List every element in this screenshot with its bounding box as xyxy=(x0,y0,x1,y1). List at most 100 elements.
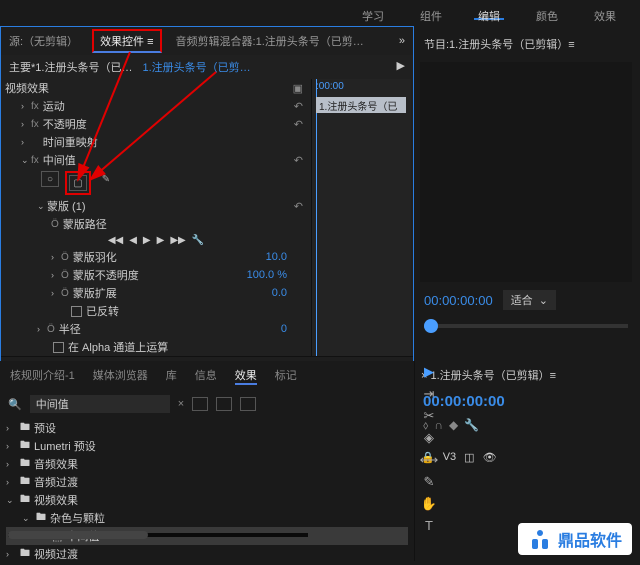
tree-video-fx[interactable]: 视频效果 xyxy=(34,492,78,508)
tree-video-tr[interactable]: 视频过渡 xyxy=(34,546,78,562)
clip-link[interactable]: 1.注册头条号（已剪… xyxy=(142,59,250,75)
top-tab-effects[interactable]: 效果 xyxy=(590,6,620,20)
rectangle-mask-icon[interactable]: ▢ xyxy=(69,175,87,191)
next-frame-icon[interactable]: ▶ xyxy=(157,235,165,246)
ellipse-mask-icon[interactable]: ○ xyxy=(41,171,59,187)
reset-icon[interactable]: ↶ xyxy=(294,200,303,213)
top-tab-learn[interactable]: 学习 xyxy=(358,6,388,20)
inverted-checkbox[interactable] xyxy=(71,306,82,317)
effect-list: 视频效果▣ ›fx运动↶ ›fx不透明度↶ ›fx时间重映射 ⌄fx中间值↶ ○… xyxy=(1,79,311,356)
time-scale: :00:00 xyxy=(316,81,344,92)
top-tab-color[interactable]: 颜色 xyxy=(532,6,562,20)
next-keyframe-icon[interactable]: ▶▶ xyxy=(170,235,185,246)
mask-expansion-value[interactable]: 0.0 xyxy=(272,287,287,299)
effect-time-remap[interactable]: 时间重映射 xyxy=(43,134,98,150)
tab-effect-controls[interactable]: 效果控件 ≡ xyxy=(92,29,161,53)
chevron-down-icon: ⌄ xyxy=(539,294,548,307)
mini-timeline[interactable]: :00:00 1.注册头条号（已 xyxy=(311,79,411,356)
alpha-checkbox[interactable] xyxy=(53,342,64,353)
mask-feather[interactable]: 蒙版羽化 xyxy=(73,249,117,265)
badge-yuv[interactable] xyxy=(216,397,232,411)
watermark: 鼎品软件 xyxy=(518,523,632,555)
hand-tool-icon[interactable]: ✋ xyxy=(421,496,437,512)
tree-audio-fx[interactable]: 音频效果 xyxy=(34,456,78,472)
folder-icon: 🖿 xyxy=(20,420,30,437)
track-select-tool-icon[interactable]: ⇥ xyxy=(424,386,435,402)
pen-tool-icon[interactable]: ✎ xyxy=(424,474,435,490)
folder-icon: 🖿 xyxy=(36,510,46,527)
pen-mask-icon[interactable]: ✎ xyxy=(97,171,115,187)
prev-frame-icon[interactable]: ◀ xyxy=(129,235,137,246)
mask-opacity[interactable]: 蒙版不透明度 xyxy=(73,267,139,283)
effects-search-input[interactable] xyxy=(30,395,170,413)
effect-controls-panel: 源:（无剪辑） 效果控件 ≡ 音频剪辑混合器:1.注册头条号（已剪… » 主要*… xyxy=(0,26,414,361)
tab-source[interactable]: 源:（无剪辑） xyxy=(9,33,78,49)
play-icon[interactable]: ▶ xyxy=(143,235,151,246)
program-monitor: 节目:1.注册头条号（已剪辑）≡ 00:00:00:00 适合⌄ xyxy=(414,26,638,361)
timeline-toggle-icon[interactable]: ▶ xyxy=(397,59,405,75)
tree-noise[interactable]: 杂色与颗粒 xyxy=(50,510,105,526)
zoom-dropdown[interactable]: 适合⌄ xyxy=(503,290,556,310)
selection-tool-icon[interactable]: ▶ xyxy=(424,364,434,380)
watermark-text: 鼎品软件 xyxy=(558,527,622,551)
tab-effects[interactable]: 效果 xyxy=(235,367,257,385)
slip-tool-icon[interactable]: ⟷ xyxy=(420,452,439,468)
toggle-output-icon[interactable]: ◫ xyxy=(464,451,474,464)
track-v3[interactable]: V3 xyxy=(443,451,456,463)
tab-project[interactable]: 核规则介绍-1 xyxy=(10,367,75,385)
eye-icon[interactable]: 👁 xyxy=(483,451,497,464)
type-tool-icon[interactable]: T xyxy=(425,518,433,533)
tab-audio-mixer[interactable]: 音频剪辑混合器:1.注册头条号（已剪… xyxy=(176,33,364,49)
folder-icon: 🖿 xyxy=(20,438,30,455)
clear-search-icon[interactable]: × xyxy=(178,398,184,410)
reset-icon[interactable]: ↶ xyxy=(294,100,303,113)
top-tab-edit[interactable]: 编辑 xyxy=(474,6,504,20)
settings-icon[interactable]: 🔧 xyxy=(464,418,479,433)
panel-menu-icon[interactable]: » xyxy=(399,35,405,47)
folder-icon: 🖿 xyxy=(20,456,30,473)
clip-bar[interactable]: 1.注册头条号（已 xyxy=(316,97,406,113)
mask-group[interactable]: 蒙版 (1) xyxy=(47,198,86,214)
sequence-timecode[interactable]: 00:00:00:00 xyxy=(415,389,638,414)
ripple-tool-icon[interactable]: ✂ xyxy=(424,408,435,424)
tree-presets[interactable]: 预设 xyxy=(34,420,56,436)
alpha-label: 在 Alpha 通道上运算 xyxy=(68,339,168,355)
effect-opacity[interactable]: 不透明度 xyxy=(43,116,87,132)
tab-media-browser[interactable]: 媒体浏览器 xyxy=(93,367,148,385)
effect-motion[interactable]: 运动 xyxy=(43,98,65,114)
master-clip-label: 主要*1.注册头条号（已… xyxy=(9,59,132,75)
radius-value[interactable]: 0 xyxy=(281,323,287,335)
mask-expansion[interactable]: 蒙版扩展 xyxy=(73,285,117,301)
mask-opacity-value[interactable]: 100.0 % xyxy=(247,269,287,281)
badge-32[interactable] xyxy=(192,397,208,411)
tab-libraries[interactable]: 库 xyxy=(166,367,177,385)
reset-icon[interactable]: ↶ xyxy=(294,118,303,131)
badge-gpu[interactable] xyxy=(240,397,256,411)
wrench-icon[interactable]: 🔧 xyxy=(192,235,204,246)
sequence-title[interactable]: × 1.注册头条号（已剪辑）≡ xyxy=(415,361,638,389)
folder-icon: 🖿 xyxy=(20,546,30,563)
playhead[interactable] xyxy=(316,79,317,356)
program-title: 节目:1.注册头条号（已剪辑）≡ xyxy=(420,32,632,56)
razor-tool-icon[interactable]: ◈ xyxy=(424,430,434,446)
reset-icon[interactable]: ↶ xyxy=(294,154,303,167)
program-viewer[interactable] xyxy=(420,62,632,282)
tree-audio-tr[interactable]: 音频过渡 xyxy=(34,474,78,490)
program-scrollbar[interactable] xyxy=(424,324,628,328)
folder-icon: 🖿 xyxy=(20,474,30,491)
search-icon: 🔍 xyxy=(8,398,22,411)
marker-icon[interactable]: ◆ xyxy=(449,418,458,433)
mask-path[interactable]: 蒙版路径 xyxy=(63,216,107,232)
program-timecode[interactable]: 00:00:00:00 xyxy=(424,293,493,308)
prev-keyframe-icon[interactable]: ◀◀ xyxy=(108,235,123,246)
tree-lumetri[interactable]: Lumetri 预设 xyxy=(34,438,96,454)
tab-markers[interactable]: 标记 xyxy=(275,367,297,385)
folder-icon: 🖿 xyxy=(20,492,30,509)
mask-feather-value[interactable]: 10.0 xyxy=(266,251,287,263)
top-tab-components[interactable]: 组件 xyxy=(416,6,446,20)
video-effects-header: 视频效果 xyxy=(5,80,49,96)
tab-info[interactable]: 信息 xyxy=(195,367,217,385)
effect-median[interactable]: 中间值 xyxy=(43,152,76,168)
radius[interactable]: 半径 xyxy=(59,321,81,337)
inverted-label: 已反转 xyxy=(86,303,119,319)
